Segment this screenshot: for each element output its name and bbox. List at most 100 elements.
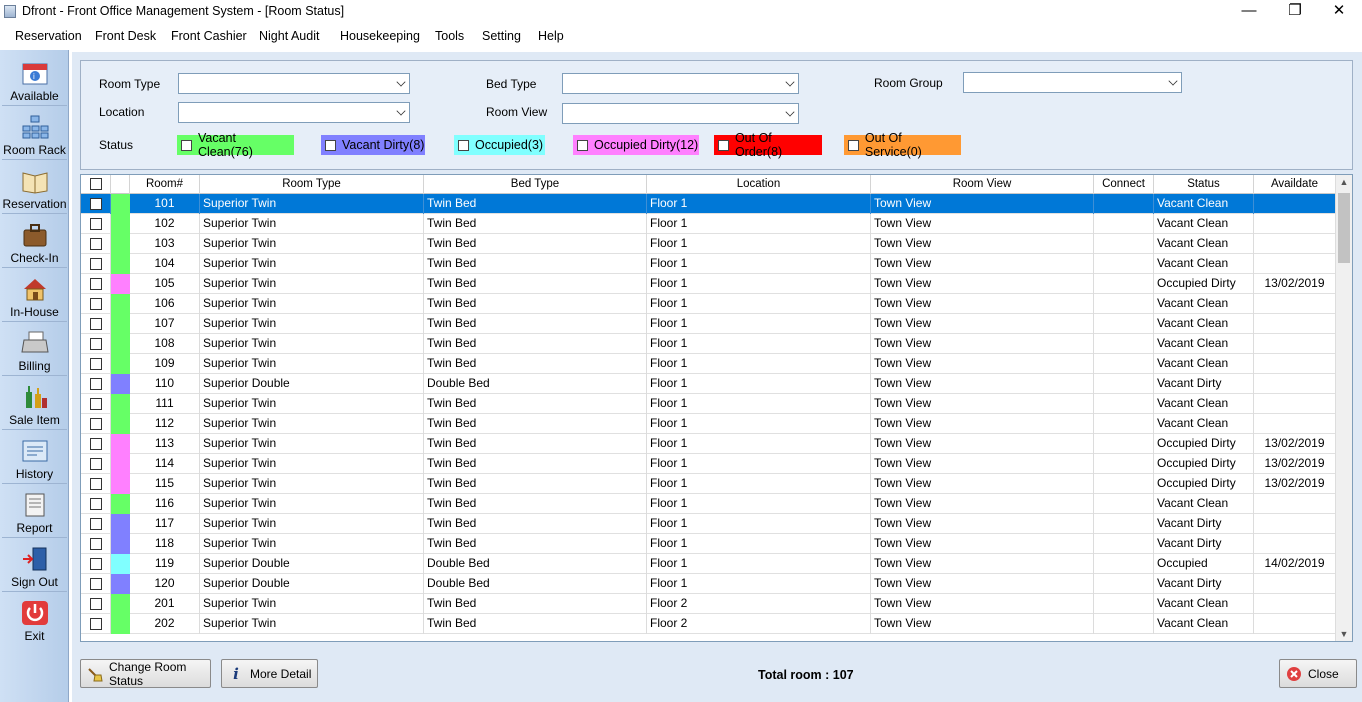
table-row[interactable]: 201 Superior Twin Twin Bed Floor 2 Town View… xyxy=(81,594,1336,614)
row-checkbox[interactable] xyxy=(90,398,102,410)
row-checkbox[interactable] xyxy=(90,458,102,470)
more-detail-button[interactable]: i More Detail xyxy=(221,659,318,688)
sidebar-item-room-rack[interactable]: Room Rack xyxy=(2,108,67,160)
table-row[interactable]: 110 Superior Double Double Bed Floor 1 Town … xyxy=(81,374,1336,394)
table-row[interactable]: 107 Superior Twin Twin Bed Floor 1 Town View… xyxy=(81,314,1336,334)
row-checkbox[interactable] xyxy=(90,538,102,550)
table-row[interactable]: 202 Superior Twin Twin Bed Floor 2 Town View… xyxy=(81,614,1336,634)
table-row[interactable]: 104 Superior Twin Twin Bed Floor 1 Town View… xyxy=(81,254,1336,274)
legend-out-of-service[interactable]: Out Of Service(0) xyxy=(844,131,961,159)
scroll-thumb[interactable] xyxy=(1338,193,1350,263)
scroll-down-icon[interactable]: ▼ xyxy=(1339,629,1349,639)
row-checkbox[interactable] xyxy=(90,498,102,510)
legend-checkbox[interactable] xyxy=(718,139,729,151)
row-checkbox[interactable] xyxy=(90,518,102,530)
legend-checkbox[interactable] xyxy=(577,139,588,151)
sidebar-item-reservation[interactable]: Reservation xyxy=(2,162,67,214)
table-row[interactable]: 105 Superior Twin Twin Bed Floor 1 Town View… xyxy=(81,274,1336,294)
table-row[interactable]: 114 Superior Twin Twin Bed Floor 1 Town View… xyxy=(81,454,1336,474)
row-checkbox[interactable] xyxy=(90,598,102,610)
legend-checkbox[interactable] xyxy=(325,139,336,151)
minimize-button[interactable]: — xyxy=(1226,0,1272,24)
table-row[interactable]: 106 Superior Twin Twin Bed Floor 1 Town View… xyxy=(81,294,1336,314)
row-checkbox[interactable] xyxy=(90,378,102,390)
sidebar-item-check-in[interactable]: Check-In xyxy=(2,216,67,268)
vertical-scrollbar[interactable]: ▲ ▼ xyxy=(1335,175,1352,641)
header-color-column[interactable] xyxy=(111,175,130,194)
sidebar-item-available[interactable]: i Available xyxy=(2,54,67,106)
row-checkbox[interactable] xyxy=(90,478,102,490)
row-checkbox[interactable] xyxy=(90,438,102,450)
legend-checkbox[interactable] xyxy=(848,139,859,151)
table-row[interactable]: 111 Superior Twin Twin Bed Floor 1 Town View… xyxy=(81,394,1336,414)
table-row[interactable]: 108 Superior Twin Twin Bed Floor 1 Town View… xyxy=(81,334,1336,354)
table-row[interactable]: 113 Superior Twin Twin Bed Floor 1 Town View… xyxy=(81,434,1336,454)
location-select[interactable] xyxy=(178,102,410,123)
room-group-select[interactable] xyxy=(963,72,1182,93)
row-checkbox[interactable] xyxy=(90,618,102,630)
table-row[interactable]: 103 Superior Twin Twin Bed Floor 1 Town View… xyxy=(81,234,1336,254)
scroll-up-icon[interactable]: ▲ xyxy=(1339,177,1349,187)
row-checkbox[interactable] xyxy=(90,238,102,250)
table-row[interactable]: 119 Superior Double Double Bed Floor 1 Town … xyxy=(81,554,1336,574)
legend-vacant-dirty[interactable]: Vacant Dirty(8) xyxy=(321,135,425,155)
header-availdate-column[interactable]: Availdate xyxy=(1254,175,1336,194)
row-checkbox[interactable] xyxy=(90,558,102,570)
table-row[interactable]: 118 Superior Twin Twin Bed Floor 1 Town View… xyxy=(81,534,1336,554)
row-checkbox[interactable] xyxy=(90,198,102,210)
legend-occupied[interactable]: Occupied(3) xyxy=(454,135,545,155)
table-row[interactable]: 112 Superior Twin Twin Bed Floor 1 Town View… xyxy=(81,414,1336,434)
sidebar-item-report[interactable]: Report xyxy=(2,486,67,538)
table-row[interactable]: 101 Superior Twin Twin Bed Floor 1 Town View… xyxy=(81,194,1336,214)
menu-front-cashier[interactable]: Front Cashier xyxy=(171,29,247,43)
row-checkbox[interactable] xyxy=(90,318,102,330)
close-window-button[interactable]: ✕ xyxy=(1316,0,1362,24)
header-connect-column[interactable]: Connect xyxy=(1094,175,1154,194)
menu-housekeeping[interactable]: Housekeeping xyxy=(340,29,420,43)
header-bed-type-column[interactable]: Bed Type xyxy=(424,175,647,194)
legend-vacant-clean[interactable]: Vacant Clean(76) xyxy=(177,131,294,159)
legend-out-of-order[interactable]: Out Of Order(8) xyxy=(714,131,822,159)
menu-setting[interactable]: Setting xyxy=(482,29,521,43)
menu-front-desk[interactable]: Front Desk xyxy=(95,29,156,43)
sidebar-item-exit[interactable]: Exit xyxy=(2,594,67,646)
menu-help[interactable]: Help xyxy=(538,29,564,43)
header-room-type-column[interactable]: Room Type xyxy=(200,175,424,194)
header-room-view-column[interactable]: Room View xyxy=(871,175,1094,194)
row-checkbox[interactable] xyxy=(90,578,102,590)
select-all-checkbox[interactable] xyxy=(90,178,102,190)
header-room-number-column[interactable]: Room# xyxy=(130,175,200,194)
menu-night-audit[interactable]: Night Audit xyxy=(259,29,319,43)
table-row[interactable]: 120 Superior Double Double Bed Floor 1 Town … xyxy=(81,574,1336,594)
row-checkbox[interactable] xyxy=(90,278,102,290)
room-view-select[interactable] xyxy=(562,103,799,124)
sidebar-item-history[interactable]: History xyxy=(2,432,67,484)
table-row[interactable]: 116 Superior Twin Twin Bed Floor 1 Town View… xyxy=(81,494,1336,514)
table-row[interactable]: 109 Superior Twin Twin Bed Floor 1 Town View… xyxy=(81,354,1336,374)
row-checkbox[interactable] xyxy=(90,298,102,310)
sidebar-item-sign-out[interactable]: Sign Out xyxy=(2,540,67,592)
row-checkbox[interactable] xyxy=(90,418,102,430)
table-row[interactable]: 117 Superior Twin Twin Bed Floor 1 Town View… xyxy=(81,514,1336,534)
legend-occupied-dirty[interactable]: Occupied Dirty(12) xyxy=(573,135,699,155)
table-row[interactable]: 102 Superior Twin Twin Bed Floor 1 Town View… xyxy=(81,214,1336,234)
change-room-status-button[interactable]: Change Room Status xyxy=(80,659,211,688)
legend-checkbox[interactable] xyxy=(458,139,469,151)
room-type-select[interactable] xyxy=(178,73,410,94)
row-checkbox[interactable] xyxy=(90,258,102,270)
restore-button[interactable]: ❐ xyxy=(1272,0,1318,24)
row-checkbox[interactable] xyxy=(90,218,102,230)
header-select-all-column[interactable] xyxy=(81,175,111,194)
menu-tools[interactable]: Tools xyxy=(435,29,464,43)
sidebar-item-sale-item[interactable]: Sale Item xyxy=(2,378,67,430)
row-checkbox[interactable] xyxy=(90,358,102,370)
header-status-column[interactable]: Status xyxy=(1154,175,1254,194)
bed-type-select[interactable] xyxy=(562,73,799,94)
table-row[interactable]: 115 Superior Twin Twin Bed Floor 1 Town View… xyxy=(81,474,1336,494)
legend-checkbox[interactable] xyxy=(181,139,192,151)
menu-reservation[interactable]: Reservation xyxy=(15,29,82,43)
sidebar-item-billing[interactable]: Billing xyxy=(2,324,67,376)
sidebar-item-in-house[interactable]: In-House xyxy=(2,270,67,322)
row-checkbox[interactable] xyxy=(90,338,102,350)
close-button[interactable]: Close xyxy=(1279,659,1357,688)
